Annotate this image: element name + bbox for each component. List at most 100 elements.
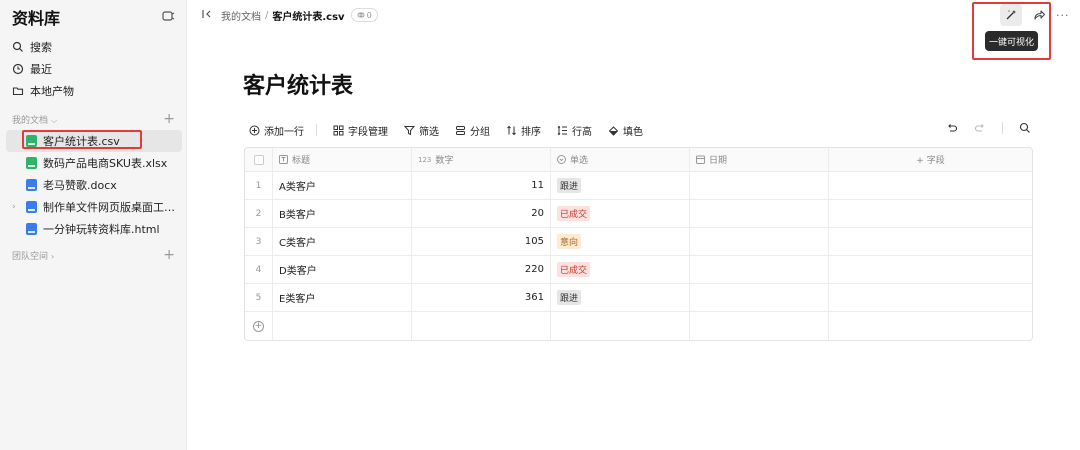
cell-title[interactable]: E类客户 bbox=[273, 284, 412, 311]
column-number-label: 数字 bbox=[435, 156, 454, 166]
cell-select[interactable]: 跟进 bbox=[551, 284, 690, 311]
cell-date[interactable] bbox=[690, 228, 829, 255]
cell-number[interactable]: 220 bbox=[412, 256, 551, 283]
row-height-icon bbox=[557, 125, 567, 135]
table-row[interactable]: 2 B类客户 20 已成交 bbox=[245, 200, 1032, 228]
search-icon[interactable] bbox=[1019, 122, 1031, 134]
file-item-html-workbench[interactable]: › 制作单文件网页版桌面工作台.... bbox=[6, 196, 182, 218]
page-title: 客户统计表 bbox=[243, 74, 354, 99]
nav-recent-label: 最近 bbox=[30, 63, 52, 76]
column-select-label: 单选 bbox=[570, 156, 589, 166]
group-button[interactable]: 分组 bbox=[455, 123, 490, 138]
select-all-cell[interactable] bbox=[245, 148, 273, 171]
cell-number[interactable]: 361 bbox=[412, 284, 551, 311]
column-header-number[interactable]: 123 数字 bbox=[412, 148, 551, 171]
cell-select[interactable]: 已成交 bbox=[551, 200, 690, 227]
expand-sidebar-icon[interactable] bbox=[201, 8, 213, 23]
status-badge: 已成交 bbox=[557, 206, 591, 221]
my-docs-section[interactable]: 我的文档 ⌵ + bbox=[12, 111, 175, 127]
field-manage-button[interactable]: 字段管理 bbox=[333, 123, 388, 138]
html-file-icon bbox=[26, 201, 37, 213]
breadcrumb-parent[interactable]: 我的文档 bbox=[221, 8, 261, 23]
link-count-badge[interactable]: 0 bbox=[350, 8, 378, 22]
data-table: 标题 123 数字 单选 日期 + 字段 1 A类客户 11 跟进 2 B类客户… bbox=[244, 147, 1033, 341]
column-header-select[interactable]: 单选 bbox=[551, 148, 690, 171]
undo-icon[interactable] bbox=[946, 122, 958, 134]
share-button[interactable] bbox=[1028, 4, 1050, 26]
cell-date[interactable] bbox=[690, 256, 829, 283]
cell-number[interactable]: 105 bbox=[412, 228, 551, 255]
add-row-line[interactable]: + bbox=[245, 312, 1032, 340]
cell-select[interactable]: 意向 bbox=[551, 228, 690, 255]
nav-search-label: 搜索 bbox=[30, 41, 52, 54]
add-team-icon[interactable]: + bbox=[163, 247, 175, 263]
text-field-icon bbox=[279, 155, 288, 164]
select-all-checkbox[interactable] bbox=[253, 154, 264, 165]
nav-local[interactable]: 本地产物 bbox=[12, 80, 175, 102]
one-click-visualize-button[interactable] bbox=[1000, 4, 1022, 26]
add-row-button[interactable]: 添加一行 bbox=[249, 123, 304, 138]
column-date-label: 日期 bbox=[709, 156, 728, 166]
nav-recent[interactable]: 最近 bbox=[12, 58, 175, 80]
cell-title[interactable]: B类客户 bbox=[273, 200, 412, 227]
cell-select[interactable]: 跟进 bbox=[551, 172, 690, 199]
add-row-cell[interactable]: + bbox=[245, 312, 273, 340]
breadcrumb-current: 客户统计表.csv bbox=[272, 11, 345, 23]
xlsx-file-icon bbox=[26, 157, 37, 169]
cell-empty bbox=[829, 256, 1032, 283]
filter-button[interactable]: 筛选 bbox=[404, 123, 439, 138]
single-select-icon bbox=[557, 155, 566, 164]
cell-number[interactable]: 20 bbox=[412, 200, 551, 227]
cell-date[interactable] bbox=[690, 284, 829, 311]
table-row[interactable]: 4 D类客户 220 已成交 bbox=[245, 256, 1032, 284]
fill-color-button[interactable]: 填色 bbox=[608, 123, 643, 138]
cell-empty bbox=[829, 172, 1032, 199]
clock-icon bbox=[12, 63, 24, 75]
link-count: 0 bbox=[366, 10, 372, 20]
cell-number[interactable]: 11 bbox=[412, 172, 551, 199]
file-item-docx[interactable]: 老马赞歌.docx bbox=[6, 174, 182, 196]
table-row[interactable]: 3 C类客户 105 意向 bbox=[245, 228, 1032, 256]
file-name: 一分钟玩转资料库.html bbox=[43, 223, 160, 236]
add-field-button[interactable]: + 字段 bbox=[829, 148, 1032, 171]
cell-title[interactable]: C类客户 bbox=[273, 228, 412, 255]
cell-date[interactable] bbox=[690, 172, 829, 199]
column-header-title[interactable]: 标题 bbox=[273, 148, 412, 171]
plus-circle-icon[interactable]: + bbox=[253, 320, 264, 332]
field-manage-label: 字段管理 bbox=[348, 126, 388, 138]
chevron-right-icon[interactable]: › bbox=[12, 202, 16, 212]
more-options-icon[interactable]: ··· bbox=[1056, 9, 1070, 22]
date-field-icon bbox=[696, 155, 705, 164]
collapse-sidebar-icon[interactable] bbox=[161, 9, 175, 26]
nav-search[interactable]: 搜索 bbox=[12, 36, 175, 58]
redo-icon[interactable] bbox=[974, 122, 986, 134]
sort-button[interactable]: 排序 bbox=[506, 123, 541, 138]
fill-color-label: 填色 bbox=[623, 126, 643, 138]
file-item-sku-xlsx[interactable]: 数码产品电商SKU表.xlsx bbox=[6, 152, 182, 174]
table-row[interactable]: 1 A类客户 11 跟进 bbox=[245, 172, 1032, 200]
sidebar-header: 资料库 bbox=[12, 6, 175, 28]
cell-date[interactable] bbox=[690, 200, 829, 227]
team-section[interactable]: 团队空间 › + bbox=[12, 247, 175, 263]
filter-icon bbox=[404, 125, 415, 135]
cell-select[interactable]: 已成交 bbox=[551, 256, 690, 283]
file-item-html-guide[interactable]: 一分钟玩转资料库.html bbox=[6, 218, 182, 240]
sidebar-nav: 搜索 最近 本地产物 bbox=[12, 36, 175, 102]
share-icon bbox=[1034, 10, 1046, 20]
table-toolbar: 添加一行 字段管理 筛选 分组 排序 行高 填色 bbox=[249, 120, 659, 140]
cell-title[interactable]: D类客户 bbox=[273, 256, 412, 283]
add-row-label: 添加一行 bbox=[264, 126, 304, 138]
filter-label: 筛选 bbox=[419, 126, 439, 138]
status-badge: 已成交 bbox=[557, 262, 591, 277]
chevron-right-icon: › bbox=[51, 251, 55, 261]
row-height-button[interactable]: 行高 bbox=[557, 123, 592, 138]
column-header-date[interactable]: 日期 bbox=[690, 148, 829, 171]
table-row[interactable]: 5 E类客户 361 跟进 bbox=[245, 284, 1032, 312]
docx-file-icon bbox=[26, 179, 37, 191]
cell-title[interactable]: A类客户 bbox=[273, 172, 412, 199]
cell-empty bbox=[829, 228, 1032, 255]
add-doc-icon[interactable]: + bbox=[163, 111, 175, 127]
csv-file-icon bbox=[26, 135, 37, 147]
file-item-customer-csv[interactable]: 客户统计表.csv bbox=[6, 130, 182, 152]
group-icon bbox=[456, 125, 465, 135]
